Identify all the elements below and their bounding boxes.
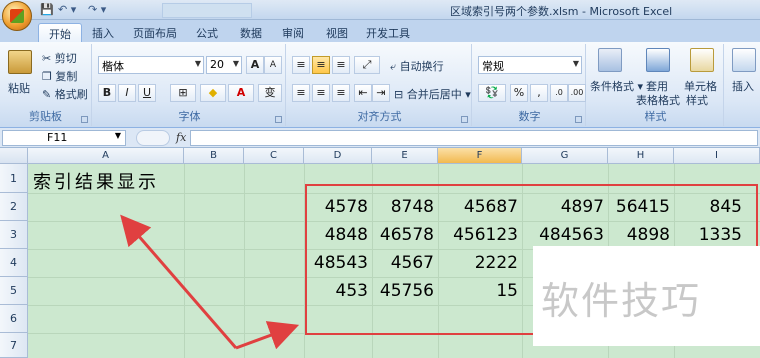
office-button[interactable] bbox=[2, 1, 32, 31]
office-logo-icon bbox=[10, 9, 24, 23]
arrow-to-data bbox=[235, 321, 300, 350]
watermark: 软件技巧 bbox=[533, 246, 760, 346]
arrow-to-title bbox=[120, 214, 238, 349]
watermark-text: 软件技巧 bbox=[541, 279, 702, 323]
